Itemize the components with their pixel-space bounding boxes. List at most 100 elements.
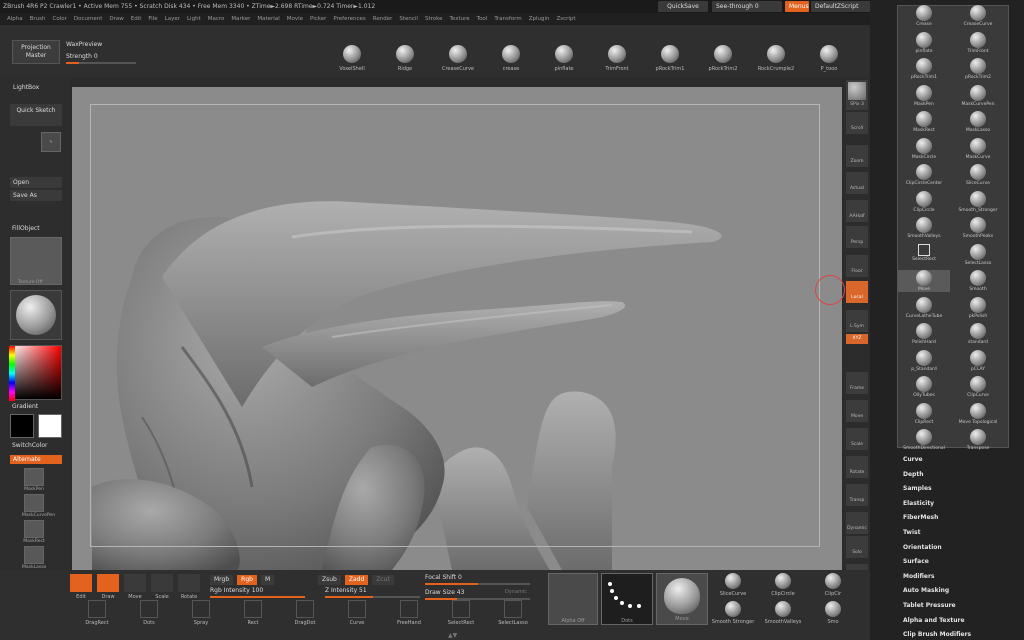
bottom-brush-clipcircle[interactable]: ClipCircle	[760, 573, 806, 597]
palette-brush-maskcircle[interactable]: MaskCircle	[898, 137, 950, 160]
palette-brush-trimfront[interactable]: TrimFront	[952, 31, 1004, 54]
menu-document[interactable]: Document	[74, 16, 103, 22]
rgb-intensity-slider[interactable]: Rgb Intensity 100	[210, 587, 305, 598]
rgb-button[interactable]: Rgb	[237, 575, 257, 585]
menu-marker[interactable]: Marker	[231, 16, 250, 22]
palette-brush-clipcirclecenter[interactable]: ClipCircleCenter	[898, 164, 950, 186]
palette-brush-standard[interactable]: standard	[952, 323, 1004, 345]
stroke-selectlasso[interactable]: SelectLasso	[496, 600, 530, 626]
switch-color-button[interactable]: SwitchColor	[12, 442, 48, 449]
left-brush-masklasso[interactable]: MaskLasso	[22, 546, 46, 570]
palette-brush-masklasso[interactable]: MaskLasso	[952, 111, 1004, 133]
strength-slider[interactable]: Strength 0	[66, 53, 136, 64]
quick-sketch-button[interactable]: Quick Sketch	[10, 104, 62, 126]
spix-button[interactable]: SPix 3	[846, 80, 868, 110]
stroke-dragrect[interactable]: DragRect	[80, 600, 114, 626]
subpalette-alpha-and-texture[interactable]: Alpha and Texture	[903, 617, 965, 624]
left-brush-maskrect[interactable]: MaskRect	[22, 520, 46, 544]
primary-color-swatch[interactable]	[10, 414, 34, 438]
top-brush-crease[interactable]: crease	[489, 45, 533, 72]
shelf-solo-button[interactable]: Solo	[846, 536, 868, 558]
current-brush-slot[interactable]: Move	[656, 573, 708, 625]
shelf-scroll-button[interactable]: Scroll	[846, 112, 868, 134]
open-button[interactable]: Open	[10, 177, 62, 188]
stroke-curve[interactable]: Curve	[340, 600, 374, 626]
bottom-brush-clipcir[interactable]: ClipCir	[810, 573, 856, 597]
menu-material[interactable]: Material	[257, 16, 279, 22]
mrgb-button[interactable]: Mrgb	[210, 575, 234, 585]
palette-brush-creasecurve[interactable]: CreaseCurve	[952, 5, 1004, 27]
menu-brush[interactable]: Brush	[30, 16, 46, 22]
palette-brush-procktrim2[interactable]: pRockTrim2	[952, 58, 1004, 80]
mode-rotate-button[interactable]: Rotate	[176, 574, 202, 600]
seethrough-slider[interactable]: See-through 0	[712, 1, 782, 12]
menu-stroke[interactable]: Stroke	[425, 16, 443, 22]
stroke-rect[interactable]: Rect	[236, 600, 270, 626]
palette-brush-cliprect[interactable]: ClipRect	[898, 402, 950, 425]
subpalette-clip-brush-modifiers[interactable]: Clip Brush Modifiers	[903, 631, 971, 638]
top-brush-ridge[interactable]: Ridge	[383, 45, 427, 72]
palette-brush-selectlasso[interactable]: SelectLasso	[952, 243, 1004, 266]
menu-file[interactable]: File	[148, 16, 157, 22]
shelf-frame-button[interactable]: Frame	[846, 372, 868, 394]
menu-draw[interactable]: Draw	[109, 16, 123, 22]
stroke-slot[interactable]: Dots	[601, 573, 653, 625]
palette-brush-smooth-stronger[interactable]: Smooth_Stronger	[952, 190, 1004, 213]
shelf-xyz-button[interactable]: XYZ	[846, 334, 868, 344]
palette-brush-maskcurve[interactable]: MaskCurve	[952, 137, 1004, 160]
menu-layer[interactable]: Layer	[165, 16, 180, 22]
subpalette-modifiers[interactable]: Modifiers	[903, 573, 935, 580]
sketch-icon[interactable]: ✎	[41, 132, 61, 152]
stroke-freehand[interactable]: FreeHand	[392, 600, 426, 626]
menu-texture[interactable]: Texture	[450, 16, 470, 22]
bottom-brush-smo[interactable]: Smo	[810, 601, 856, 625]
shelf-scale-button[interactable]: Scale	[846, 428, 868, 450]
shelf-rotate-button[interactable]: Rotate	[846, 456, 868, 478]
defaultzscript-button[interactable]: DefaultZScript	[811, 1, 871, 12]
lightbox-button[interactable]: LightBox	[10, 82, 62, 93]
mode-scale-button[interactable]: Scale	[149, 574, 175, 600]
shelf-l-sym-button[interactable]: L.Sym	[846, 310, 868, 332]
shelf-dynamic-button[interactable]: Dynamic	[846, 512, 868, 534]
material-slot[interactable]	[10, 290, 62, 340]
palette-brush-pclay[interactable]: pCLAY	[952, 349, 1004, 372]
zsub-button[interactable]: Zsub	[318, 575, 341, 585]
subpalette-twist[interactable]: Twist	[903, 529, 920, 536]
palette-brush-smoothdirectional[interactable]: SmoothDirectional	[898, 429, 950, 451]
palette-brush-maskpen[interactable]: MaskPen	[898, 84, 950, 107]
menu-movie[interactable]: Movie	[287, 16, 303, 22]
fill-object-button[interactable]: FillObject	[12, 225, 40, 232]
palette-brush-pkpolish[interactable]: pkPolish	[952, 296, 1004, 319]
top-brush-procktrim2[interactable]: pRockTrim2	[701, 45, 745, 72]
zadd-button[interactable]: Zadd	[344, 575, 369, 585]
left-brush-maskcurvepen[interactable]: MaskCurvePen	[22, 494, 55, 518]
palette-brush-slicecurve[interactable]: SliceCurve	[952, 164, 1004, 186]
menu-color[interactable]: Color	[53, 16, 67, 22]
menu-light[interactable]: Light	[187, 16, 201, 22]
menu-transform[interactable]: Transform	[494, 16, 521, 22]
subpalette-orientation[interactable]: Orientation	[903, 544, 942, 551]
palette-brush-crease[interactable]: Crease	[898, 5, 950, 27]
zcut-button[interactable]: Zcut	[372, 575, 394, 585]
mode-draw-button[interactable]: Draw	[95, 574, 121, 600]
quicksave-button[interactable]: QuickSave	[658, 1, 708, 12]
waxpreview-button[interactable]: WaxPreview	[66, 41, 102, 48]
subpalette-elasticity[interactable]: Elasticity	[903, 500, 934, 507]
palette-brush-smoothpeaks[interactable]: SmoothPeaks	[952, 217, 1004, 239]
texture-slot[interactable]	[10, 237, 62, 285]
palette-brush-smooth[interactable]: Smooth	[952, 270, 1004, 292]
shelf-local-button[interactable]: Local	[846, 281, 868, 303]
subpalette-surface[interactable]: Surface	[903, 558, 929, 565]
mode-edit-button[interactable]: Edit	[68, 574, 94, 600]
top-brush-p-tooo[interactable]: P_tooo	[807, 45, 851, 72]
top-brush-trimfront[interactable]: TrimFront	[595, 45, 639, 72]
dynamic-button[interactable]: Dynamic	[505, 589, 527, 595]
hue-strip[interactable]	[9, 346, 15, 401]
shelf-floor-button[interactable]: Floor	[846, 255, 868, 277]
subpalette-samples[interactable]: Samples	[903, 485, 932, 492]
shelf-persp-button[interactable]: Persp	[846, 226, 868, 248]
palette-brush-smoothvalleys[interactable]: SmoothValleys	[898, 217, 950, 239]
bottom-expand-icon[interactable]: ▲▼	[448, 632, 457, 639]
menu-edit[interactable]: Edit	[131, 16, 142, 22]
palette-brush-selectrect[interactable]: SelectRect	[898, 243, 950, 262]
